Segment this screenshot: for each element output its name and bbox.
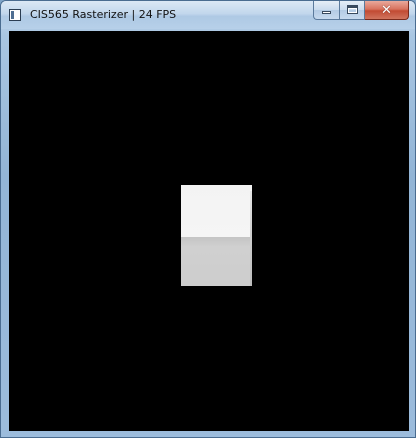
app-window-icon[interactable] [9,9,21,21]
cube-side-edge [250,191,252,286]
close-button[interactable]: ✕ [365,1,409,20]
cube-top-face [181,185,252,237]
render-viewport[interactable] [9,31,409,431]
minimize-icon [322,11,331,14]
maximize-button[interactable] [339,1,365,20]
close-icon: ✕ [381,2,392,18]
maximize-icon [347,5,358,14]
window-title: CIS565 Rasterizer | 24 FPS [30,8,177,21]
cube-front-face [181,237,252,286]
app-window: CIS565 Rasterizer | 24 FPS ✕ [0,0,416,438]
window-controls: ✕ [313,1,409,21]
minimize-button[interactable] [313,1,339,20]
title-bar[interactable]: CIS565 Rasterizer | 24 FPS ✕ [1,1,415,29]
